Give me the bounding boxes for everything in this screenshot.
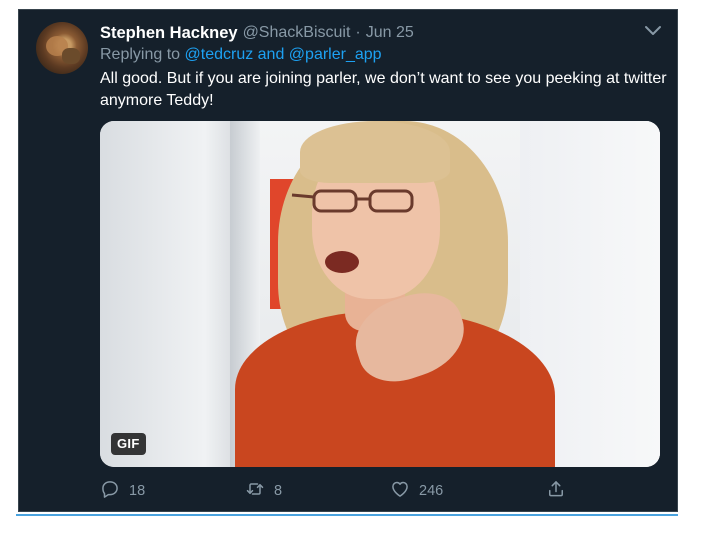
- tweet-card[interactable]: Stephen Hackney @ShackBiscuit · Jun 25 R…: [18, 9, 678, 512]
- like-button[interactable]: 246: [390, 480, 443, 502]
- reply-prefix: Replying to: [100, 46, 185, 63]
- share-button[interactable]: [546, 480, 566, 502]
- reply-context: Replying to @tedcruz and @parler_app: [100, 46, 382, 64]
- tweet-header: Stephen Hackney @ShackBiscuit · Jun 25: [100, 22, 414, 44]
- author-handle[interactable]: @ShackBiscuit: [243, 24, 351, 42]
- tweet-date[interactable]: Jun 25: [366, 24, 414, 42]
- avatar[interactable]: [36, 22, 88, 74]
- focus-underline: [16, 514, 678, 516]
- retweet-button[interactable]: 8: [245, 480, 282, 502]
- media-person-bangs: [300, 121, 450, 183]
- reply-count: 18: [129, 483, 146, 499]
- header-separator: ·: [355, 24, 361, 41]
- media-wall: [100, 121, 250, 467]
- author-display-name[interactable]: Stephen Hackney: [100, 24, 238, 43]
- share-icon: [546, 479, 566, 503]
- retweet-count: 8: [274, 483, 283, 499]
- reply-icon: [100, 479, 120, 503]
- heart-icon: [390, 479, 410, 503]
- reply-button[interactable]: 18: [100, 480, 145, 502]
- like-count: 246: [419, 483, 444, 499]
- retweet-icon: [245, 479, 265, 503]
- tweet-text: All good. But if you are joining parler,…: [100, 70, 667, 109]
- reply-mentions-link[interactable]: @tedcruz and @parler_app: [185, 46, 382, 63]
- media-person-glasses: [291, 189, 414, 213]
- tweet-actions: 18 8 246: [100, 480, 660, 502]
- gif-badge: GIF: [111, 433, 146, 455]
- gif-media[interactable]: GIF: [100, 121, 660, 467]
- chevron-down-icon[interactable]: [643, 24, 663, 38]
- media-person-mouth: [325, 251, 359, 273]
